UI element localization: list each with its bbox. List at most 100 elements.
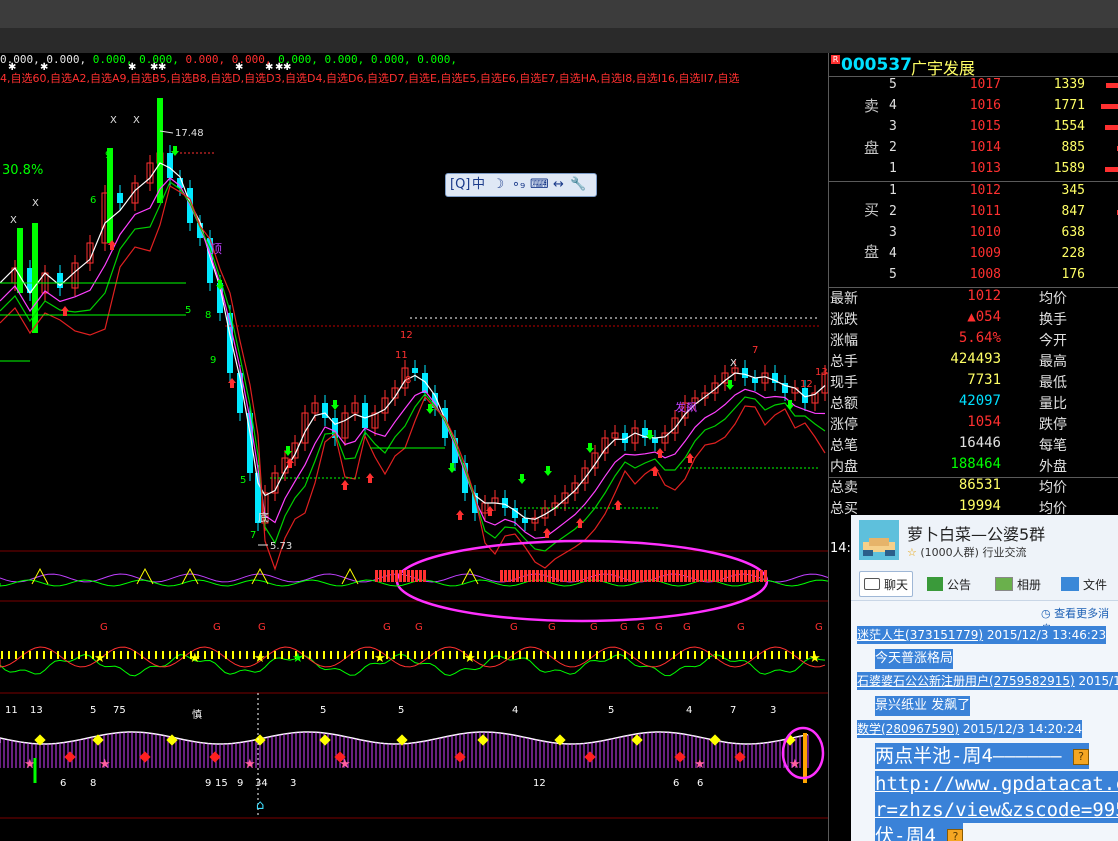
indicator-bar [736,570,739,582]
level-volume: 1554 [1053,119,1085,134]
level-volume: 345 [1061,183,1085,198]
candle-body [107,148,113,243]
tab-files[interactable]: 文件 [1061,571,1107,597]
sell-arrow-icon [544,466,552,476]
message-text: 今天普涨格局 [875,649,954,669]
sender-name[interactable]: 数学 [857,722,881,736]
star-marker-icon: ★ [694,757,706,772]
level-price: 1009 [969,246,1001,261]
dots-icon[interactable]: ∘₉ [510,175,527,195]
indicator-bar [403,570,406,582]
message-text: 伏-周4 ? [875,823,964,841]
sequence-number: 12 [533,778,546,789]
tab-chat[interactable]: 聊天 [859,571,914,597]
indicator-bar [696,570,699,582]
g-signal-label: G [815,622,823,633]
app-titlebar [0,0,1118,28]
level-number: 2 [889,204,897,219]
diamond-marker-icon [584,751,596,763]
level-number: 5 [889,267,897,282]
orderbook-side-label: 买 [864,201,880,219]
sender-id[interactable]: (2759582915) [989,674,1075,688]
g-signal-label: G [620,622,628,633]
indicator-bar [752,570,755,582]
indicator-bar [672,570,675,582]
level-number: 4 [889,246,897,261]
indicator-bar [504,570,507,582]
sequence-number: 7 [250,530,256,541]
sender-name[interactable]: 石婆婆石公公新注册用户 [857,674,989,688]
quote-row: 最新 1012 均价 [829,288,1118,309]
sequence-number: 12 [400,330,413,341]
indicator-bar [676,570,679,582]
g-signal-label: G [548,622,556,633]
sequence-number: X [10,215,17,226]
quote-label-2: 跌停 [1039,417,1067,433]
level-price: 1014 [969,140,1001,155]
indicator-bar [540,570,543,582]
keyboard-icon[interactable]: ⌨ [530,175,549,195]
stock-name[interactable]: 广宇发展 [911,55,975,79]
quote-value: 86531 [958,477,1001,493]
quote-value: 19994 [958,498,1001,514]
candle-body [742,368,748,378]
volume-bar [1106,83,1118,88]
chinese-input-icon[interactable]: 中 [470,175,487,195]
floating-toolbar[interactable]: [Q] 中 ☽ ∘₉ ⌨ ↔ 🔧 [445,173,597,197]
watchlist-tabs[interactable]: 4,自选60,自选A2,自选A9,自选B5,自选B8,自选D,自选D3,自选D4… [0,70,739,86]
sequence-number: 8 [405,375,411,386]
indicator-bar [648,570,651,582]
indicator-bar [688,570,691,582]
buy-level-row[interactable]: 5 1008 176 [829,267,1118,288]
message-link[interactable]: http://www.gpdatacat.c [875,771,1118,797]
indicator-bar [668,570,671,582]
high-price-label: 17.48 [175,128,204,139]
group-subtitle: ☆ (1000人群) 行业交流 [907,544,1026,560]
indicator-bar [500,570,503,582]
indicator-bar [516,570,519,582]
quote-row: 现手 7731 最低 [829,372,1118,393]
message-link-cont[interactable]: r=zhzs/view&zscode=995 [875,797,1118,823]
kline-chart-area[interactable]: 17.48 5.73 顶底发飙 9 6 5 8 9 5 7 12 11 8 X 7 12 13 X X X X ✱ ✱ ✱ ✱ ✱… [0,53,828,841]
quote-label: 总笔 [830,438,858,454]
kline-chart-svg[interactable]: 17.485.73顶底发飙965 895712118X71213X XXX✱ ✱ ✱ ✱ ✱… [0,53,828,841]
message-text: 景兴纸业 发飙了 [875,696,971,716]
message-meta: 数学(280967590) 2015/12/3 14:20:24 [857,720,1083,738]
arrows-icon[interactable]: ↔ [550,175,567,195]
sequence-number: 9 [205,778,211,789]
sequence-number: 6 [90,195,96,206]
tab-album[interactable]: 相册 [995,571,1041,597]
sequence-number: 7 [730,705,736,716]
level-price: 1011 [969,204,1001,219]
group-avatar[interactable] [859,520,899,560]
indicator-bar [560,570,563,582]
clock-icon: ◷ [1041,607,1051,620]
tab-files-label: 文件 [1083,577,1108,592]
sender-id[interactable]: (280967590) [881,722,959,736]
sequence-number: 8 [90,778,96,789]
indicator-bar [592,570,595,582]
sequence-number: 75 [113,705,126,716]
sell-level-row[interactable]: 1 1013 1589 [829,161,1118,182]
sequence-number: 4 [512,705,518,716]
sequence-number: 13 [30,705,43,716]
message-line: 两点半池-周4—————— [875,745,1062,767]
sequence-number: 5 [185,305,191,316]
quote-row: 涨幅 5.64% 今开 [829,330,1118,351]
wrench-icon[interactable]: 🔧 [570,175,587,195]
tab-announce[interactable]: 公告 [927,571,971,597]
qq-group-chat-popup[interactable]: 萝卜白菜—公婆5群 ☆ (1000人群) 行业交流 聊天 公告 相册 文件 ◷ … [851,515,1118,841]
indicator-bar [419,570,422,582]
sequence-number: 13 [815,367,828,378]
indicator-bar [628,570,631,582]
zoom-icon[interactable]: [Q] [450,175,470,195]
stock-code[interactable]: 000537 [841,55,912,75]
moon-icon[interactable]: ☽ [490,175,507,195]
level-volume: 638 [1061,225,1085,240]
indicator-bar [748,570,751,582]
sender-id[interactable]: (373151779) [905,628,983,642]
level-price: 1015 [969,119,1001,134]
sender-name[interactable]: 迷茫人生 [857,628,905,642]
rise-signal-label: 发飙 [675,400,697,414]
level-price: 1017 [969,77,1001,92]
